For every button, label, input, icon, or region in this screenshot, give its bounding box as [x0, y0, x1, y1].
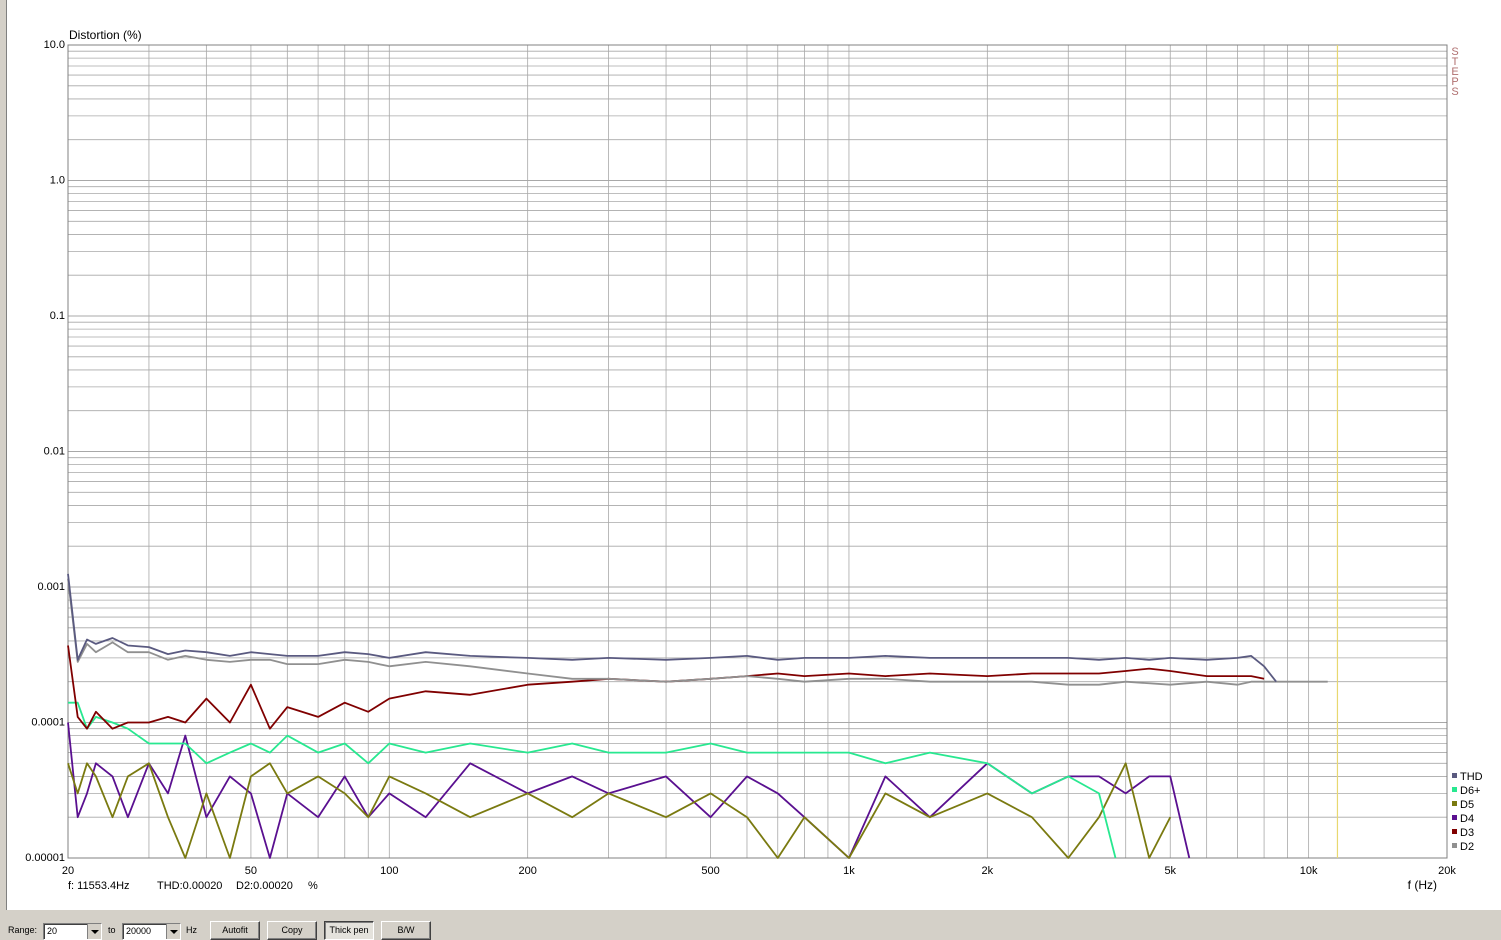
range-from-value: 20: [47, 926, 58, 936]
legend-swatch: [1452, 815, 1457, 820]
copy-button[interactable]: Copy: [267, 921, 317, 940]
x-tick-label: 200: [518, 865, 536, 877]
x-tick-label: 20: [62, 865, 74, 877]
x-tick-label: 10k: [1300, 865, 1318, 877]
status-frequency: f: 11553.4Hz: [68, 880, 130, 892]
x-tick-label: 2k: [982, 865, 994, 877]
legend-label: D6+: [1460, 785, 1481, 797]
grid-lines: [67, 45, 1448, 859]
status-thd: THD:0.00020: [157, 880, 222, 892]
y-tick-label: 0.00001: [25, 852, 65, 864]
series-line-d5: [67, 762, 1172, 859]
legend-swatch: [1452, 773, 1457, 778]
range-label: Range:: [8, 925, 38, 935]
series-line-d6plus: [68, 701, 1117, 859]
legend-swatch: [1452, 787, 1457, 792]
legend-swatch: [1452, 801, 1457, 806]
y-tick-label: 0.0001: [31, 717, 65, 729]
status-unit: %: [308, 880, 318, 892]
series-line-d4: [67, 722, 1191, 859]
y-tick-label: 10.0: [44, 39, 65, 51]
x-tick-label: 100: [380, 865, 398, 877]
x-tick-label: 500: [701, 865, 719, 877]
x-tick-label: 50: [245, 865, 257, 877]
chart-panel: Distortion (%) f (Hz) 10.0 1.0 0.1 0.01 0.001 0…: [6, 0, 1501, 910]
to-label: to: [108, 925, 116, 935]
thick-pen-toggle[interactable]: Thick pen: [324, 921, 374, 940]
legend-label: D3: [1460, 827, 1474, 839]
hz-label: Hz: [186, 925, 197, 935]
y-axis-title: Distortion (%): [69, 28, 142, 42]
range-from-select[interactable]: 20: [43, 923, 102, 940]
x-tick-label: 5k: [1164, 865, 1176, 877]
y-tick-label: 0.1: [50, 310, 65, 322]
toolbar: Range: 20 to 20000 Hz Autofit Copy Thick…: [0, 914, 1501, 940]
legend-swatch: [1452, 843, 1457, 848]
y-tick-label: 0.01: [44, 446, 65, 458]
x-tick-label: 20k: [1438, 865, 1456, 877]
legend-swatch: [1452, 829, 1457, 834]
bw-toggle[interactable]: B/W: [381, 921, 431, 940]
legend-label: THD: [1460, 771, 1483, 783]
autofit-button[interactable]: Autofit: [210, 921, 260, 940]
x-axis-title: f (Hz): [1408, 878, 1437, 892]
range-to-value: 20000: [126, 926, 152, 936]
legend-label: D5: [1460, 799, 1474, 811]
y-tick-label: 0.001: [37, 581, 65, 593]
range-to-select[interactable]: 20000: [122, 923, 181, 940]
chevron-down-icon[interactable]: [166, 924, 180, 939]
legend-label: D2: [1460, 841, 1474, 853]
steps-label-letter: S: [1451, 86, 1458, 98]
distortion-chart[interactable]: Distortion (%) f (Hz) 10.0 1.0 0.1 0.01 0.001 0…: [7, 0, 1501, 910]
chevron-down-icon[interactable]: [87, 924, 101, 939]
x-tick-label: 1k: [843, 865, 855, 877]
status-d2: D2:0.00020: [236, 880, 293, 892]
y-tick-label: 1.0: [50, 175, 65, 187]
legend-label: D4: [1460, 813, 1474, 825]
